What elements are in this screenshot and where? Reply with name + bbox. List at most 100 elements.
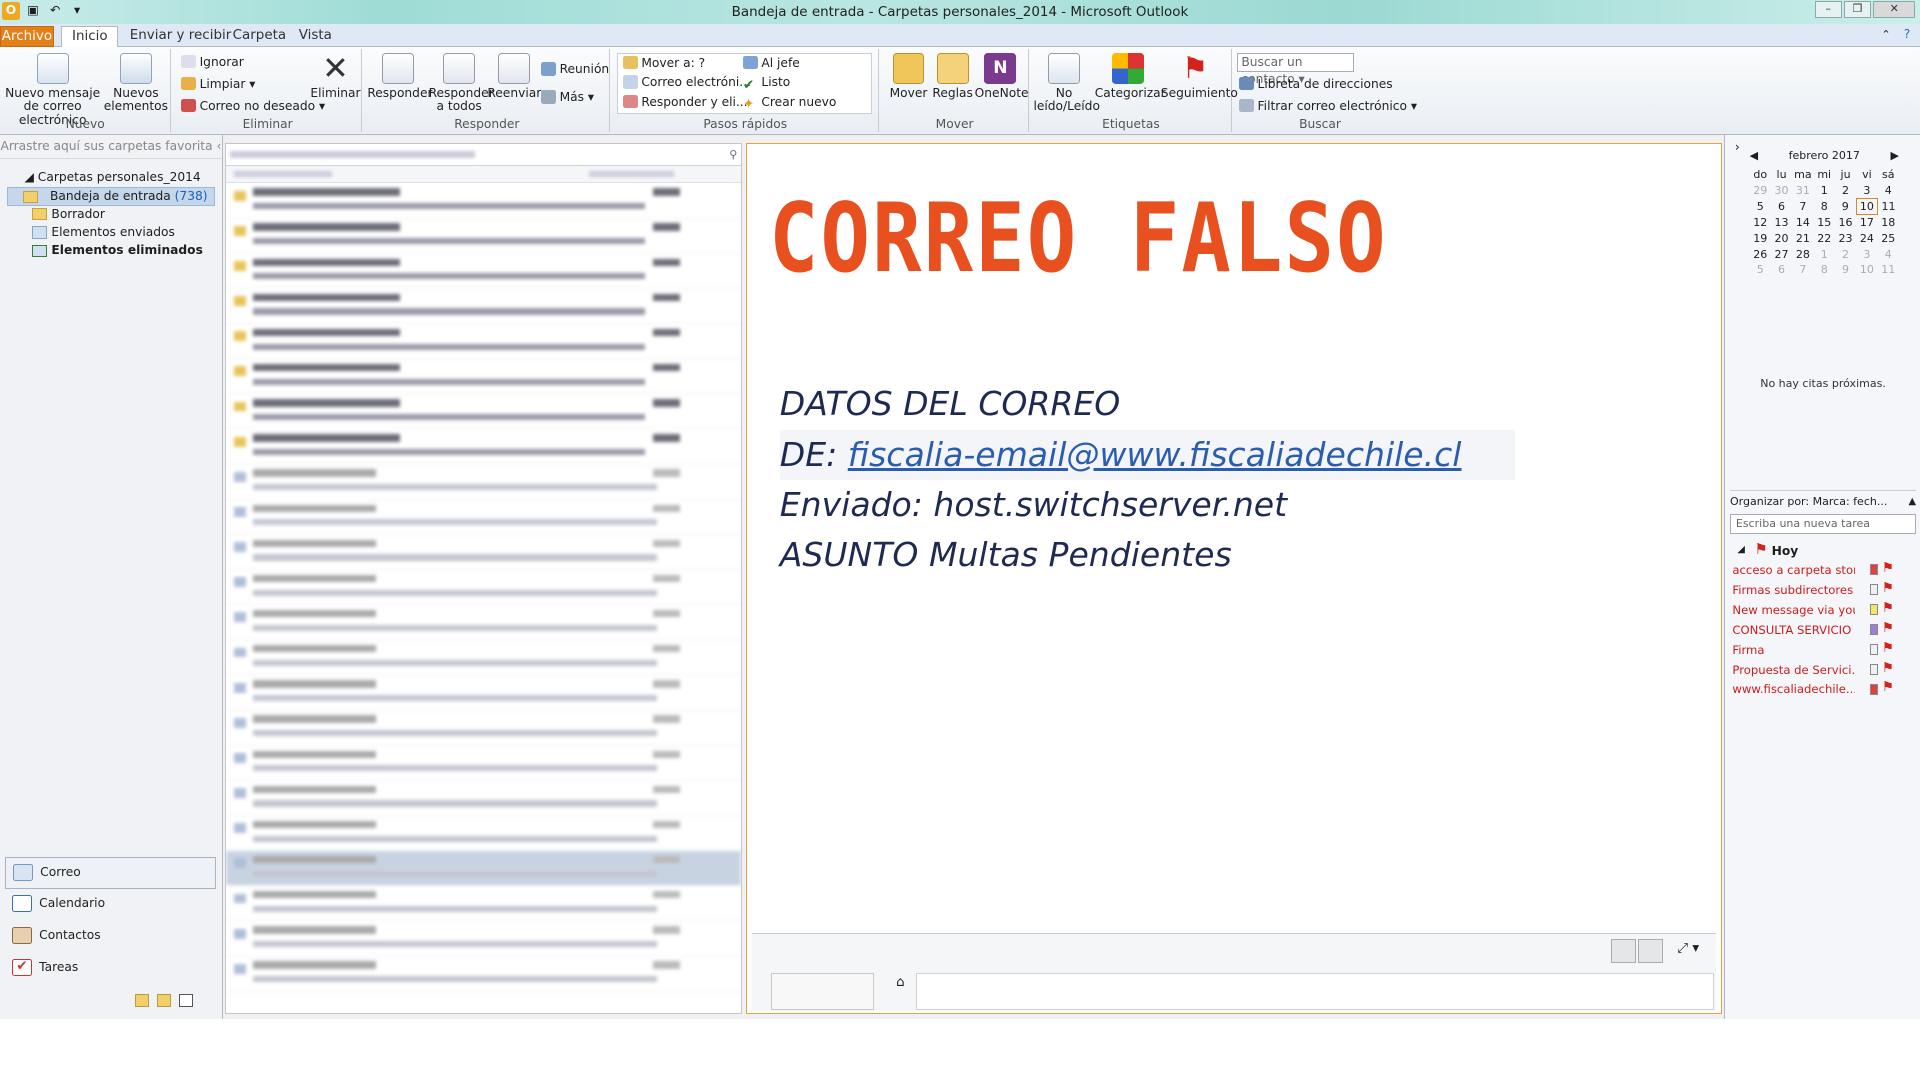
message-row[interactable]: [226, 359, 742, 395]
calendar-day[interactable]: 30: [1771, 182, 1792, 198]
shortcuts-icon[interactable]: [178, 994, 194, 1007]
message-row[interactable]: [226, 605, 742, 641]
flag-icon[interactable]: ⚑: [1882, 561, 1894, 576]
quick-step-email[interactable]: Correo electróni...: [623, 74, 751, 91]
message-row[interactable]: [226, 957, 742, 992]
meeting-button[interactable]: Reunión: [541, 61, 609, 78]
clean-button[interactable]: Limpiar ▾: [181, 76, 255, 93]
quick-step-move[interactable]: Mover a: ?: [623, 55, 705, 72]
calendar-day[interactable]: 20: [1771, 230, 1792, 246]
calendar-day[interactable]: 9: [1835, 198, 1856, 214]
contact-picture-icon[interactable]: [1611, 938, 1636, 964]
junk-button[interactable]: Correo no deseado ▾: [181, 98, 325, 115]
task-item[interactable]: www.fiscaliadechile.... ⚑: [1730, 680, 1916, 700]
calendar-day[interactable]: 31: [1792, 182, 1813, 198]
calendar-day[interactable]: 12: [1750, 214, 1771, 230]
message-row[interactable]: [226, 816, 742, 852]
collapse-ribbon-icon[interactable]: ⌃: [1881, 28, 1890, 41]
rules-button[interactable]: Reglas: [931, 52, 975, 101]
message-row[interactable]: [226, 711, 742, 746]
calendar-day[interactable]: 9: [1835, 262, 1856, 278]
calendar-day[interactable]: 21: [1792, 230, 1813, 246]
task-item[interactable]: New message via you... ⚑: [1730, 601, 1916, 621]
home-icon[interactable]: ⌂: [896, 975, 905, 990]
calendar-day[interactable]: 17: [1856, 214, 1877, 230]
message-row[interactable]: [226, 535, 742, 570]
task-arrange-by[interactable]: Organizar por: Marca: fech... ▲: [1729, 489, 1917, 510]
calendar-day[interactable]: 11: [1878, 198, 1899, 214]
calendar-day[interactable]: 24: [1856, 230, 1877, 246]
calendar-day[interactable]: 15: [1814, 214, 1835, 230]
calendar-day[interactable]: 10: [1856, 262, 1877, 278]
task-item[interactable]: Firma ⚑: [1730, 641, 1916, 661]
unread-read-button[interactable]: No leído/Leído: [1033, 52, 1100, 114]
message-row[interactable]: [226, 921, 742, 957]
sender-email-link[interactable]: fiscalia-email@www.fiscaliadechile.cl: [848, 435, 1462, 474]
nav-calendario[interactable]: Calendario: [5, 889, 216, 921]
help-icon[interactable]: ?: [1904, 27, 1911, 41]
tab-carpeta[interactable]: Carpeta: [223, 26, 296, 47]
calendar-day[interactable]: 6: [1771, 198, 1792, 214]
nav-contactos[interactable]: Contactos: [5, 921, 216, 953]
message-row[interactable]: [226, 183, 742, 219]
quick-step-create[interactable]: ✦ Crear nuevo: [743, 94, 836, 112]
task-item[interactable]: Propuesta de Servici... ⚑: [1730, 661, 1916, 681]
task-item[interactable]: Firmas subdirectores ⚑: [1730, 581, 1916, 601]
calendar-day[interactable]: 1: [1814, 182, 1835, 198]
folder-enviados[interactable]: Elementos enviados: [0, 224, 222, 242]
message-row[interactable]: [226, 570, 742, 606]
message-row[interactable]: [226, 254, 742, 289]
minimize-button[interactable]: –: [1814, 1, 1842, 19]
message-row[interactable]: [226, 640, 742, 676]
ignore-button[interactable]: Ignorar: [181, 54, 244, 71]
quick-step-boss[interactable]: Al jefe: [743, 55, 800, 72]
quick-step-reply-delete[interactable]: Responder y eli...: [623, 94, 748, 111]
calendar-day[interactable]: 19: [1750, 230, 1771, 246]
notes-icon[interactable]: [134, 994, 150, 1007]
nav-correo[interactable]: Correo: [4, 857, 216, 889]
message-row[interactable]: [226, 675, 742, 711]
new-items-button[interactable]: Nuevos elementos: [103, 52, 169, 114]
filter-email-button[interactable]: Filtrar correo electrónico ▾: [1239, 98, 1417, 115]
calendar-day[interactable]: 7: [1792, 198, 1813, 214]
calendar-day[interactable]: 11: [1878, 262, 1899, 278]
followup-button[interactable]: ⚑ Seguimiento: [1161, 52, 1238, 101]
categorize-button[interactable]: Categorizar: [1095, 52, 1166, 101]
calendar-day[interactable]: 16: [1835, 214, 1856, 230]
calendar-day[interactable]: 29: [1750, 182, 1771, 198]
calendar-day[interactable]: 4: [1878, 182, 1899, 198]
calendar-day[interactable]: 7: [1792, 262, 1813, 278]
flag-icon[interactable]: ⚑: [1882, 581, 1894, 596]
task-item[interactable]: CONSULTA SERVICIO ... ⚑: [1730, 621, 1916, 641]
expand-people-icon[interactable]: ⤢ ▾: [1677, 941, 1699, 956]
maximize-button[interactable]: ❐: [1844, 1, 1872, 19]
calendar-day[interactable]: 14: [1792, 214, 1813, 230]
quick-step-done[interactable]: ✔ Listo: [743, 74, 790, 92]
message-row[interactable]: [226, 781, 742, 816]
folder-list-icon[interactable]: [156, 994, 172, 1007]
calendar-day[interactable]: 25: [1878, 230, 1899, 246]
message-row[interactable]: [226, 394, 742, 430]
calendar-day[interactable]: 5: [1750, 198, 1771, 214]
address-book-button[interactable]: Libreta de direcciones: [1239, 76, 1393, 93]
message-row[interactable]: [226, 886, 742, 922]
move-button[interactable]: Mover: [887, 52, 931, 101]
delete-button[interactable]: ✕ Eliminar: [309, 52, 363, 101]
calendar-day[interactable]: 1: [1814, 246, 1835, 262]
message-row[interactable]: [226, 289, 742, 324]
calendar-day[interactable]: 4: [1878, 246, 1899, 262]
calendar-day[interactable]: 13: [1771, 214, 1792, 230]
calendar-day[interactable]: 5: [1750, 262, 1771, 278]
calendar-day[interactable]: 27: [1771, 246, 1792, 262]
tab-vista[interactable]: Vista: [289, 26, 342, 47]
reply-all-button[interactable]: Responder a todos: [429, 52, 494, 114]
calendar-day[interactable]: 3: [1856, 246, 1877, 262]
root-folder[interactable]: ◢ Carpetas personales_2014: [0, 169, 222, 187]
task-item[interactable]: acceso a carpeta stor... ⚑: [1730, 561, 1916, 581]
more-button[interactable]: Más ▾: [541, 89, 594, 106]
folder-bandeja-entrada[interactable]: Bandeja de entrada (738): [7, 187, 215, 206]
new-task-input[interactable]: Escriba una nueva tarea: [1729, 514, 1917, 534]
reply-button[interactable]: Responder: [367, 52, 433, 101]
calendar-day[interactable]: 28: [1792, 246, 1813, 262]
flag-icon[interactable]: ⚑: [1882, 621, 1894, 636]
